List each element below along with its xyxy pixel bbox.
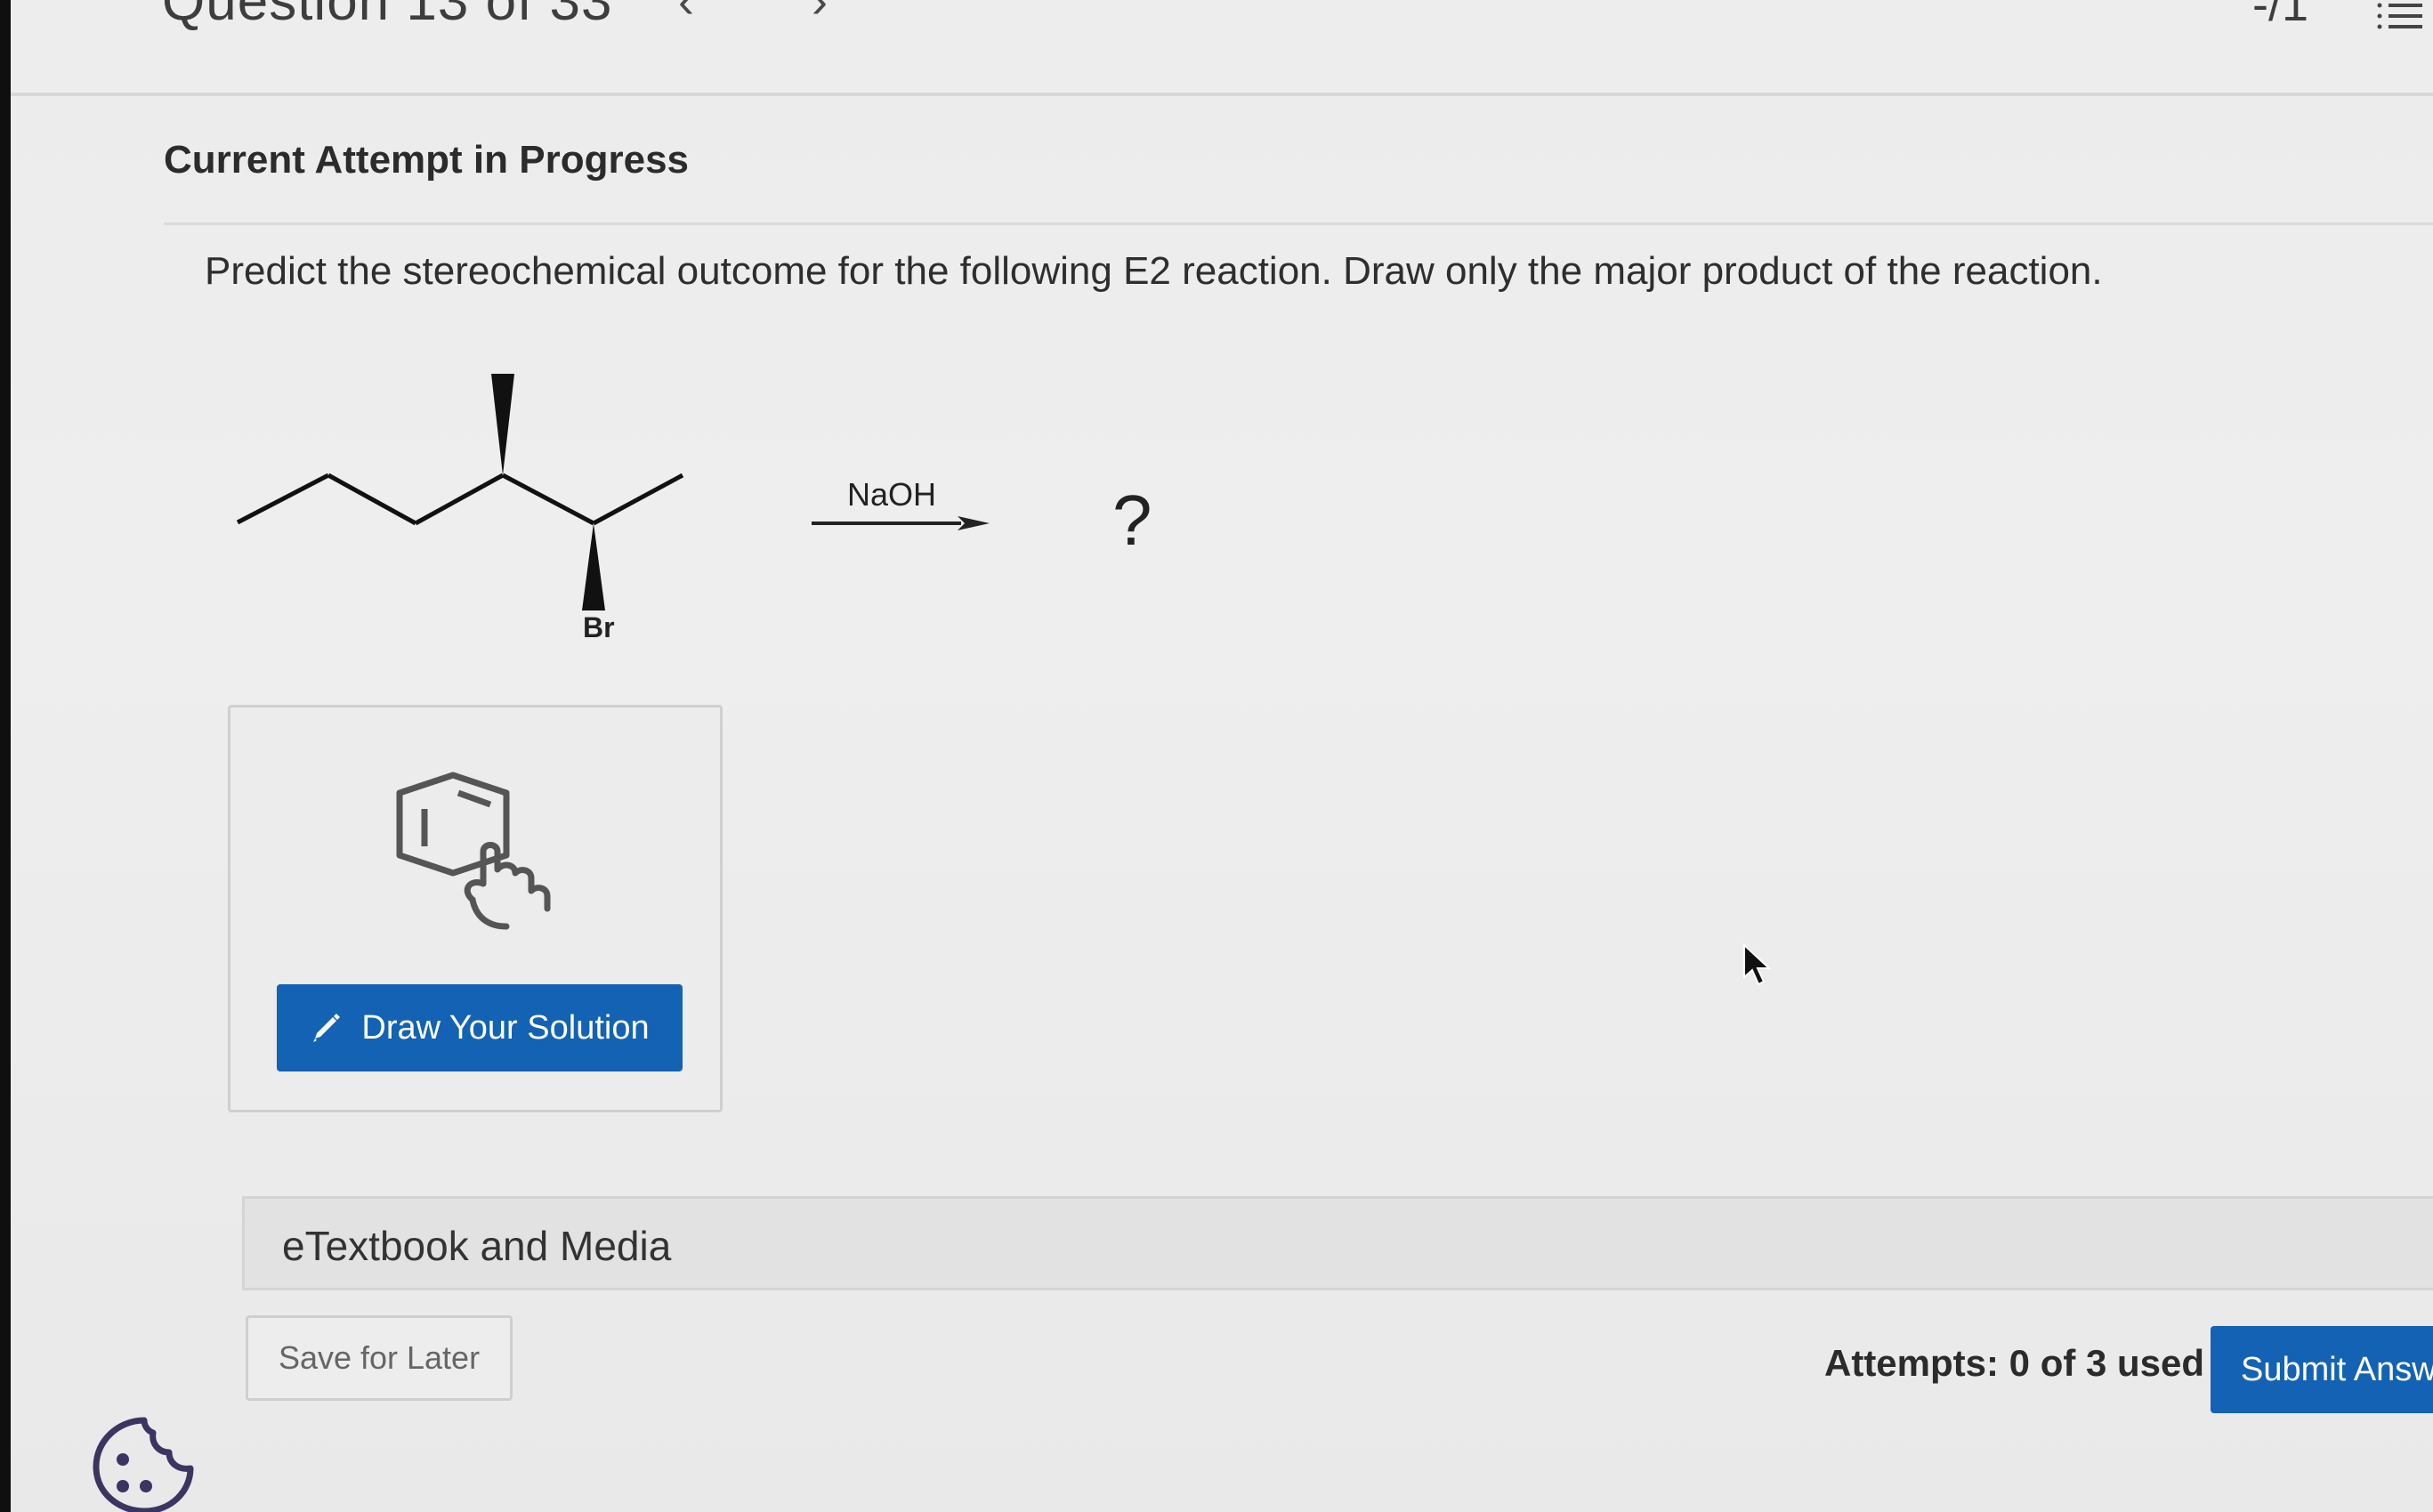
section-divider <box>164 222 2433 225</box>
question-counter: Question 13 of 33 <box>162 0 613 32</box>
reaction-arrow <box>812 516 990 530</box>
etextbook-media-label: eTextbook and Media <box>282 1223 672 1269</box>
attempts-counter: Attempts: 0 of 3 used <box>1824 1342 2205 1384</box>
draw-solution-label: Draw Your Solution <box>361 1008 650 1047</box>
reactant-structure: Br <box>236 374 684 643</box>
chevron-right-icon[interactable]: › <box>812 0 828 28</box>
pencil-icon <box>313 1014 341 1042</box>
mouse-cursor-icon <box>1743 943 1772 986</box>
submit-answer-button[interactable]: Submit Answer <box>2211 1326 2433 1413</box>
chevron-left-icon[interactable]: ‹ <box>678 0 694 28</box>
attempt-heading: Current Attempt in Progress <box>164 138 690 182</box>
top-bar: Question 13 of 33 ‹ › -/1 <box>11 0 2433 96</box>
reaction-scheme: Br NaOH ? <box>236 374 1152 643</box>
drawing-panel: Draw Your Solution <box>228 705 723 1112</box>
bromine-label: Br <box>583 611 615 643</box>
save-for-later-button[interactable]: Save for Later <box>246 1315 513 1401</box>
product-placeholder: ? <box>1112 481 1152 560</box>
draw-molecule-icon <box>396 772 551 930</box>
question-list-icon[interactable] <box>2376 0 2422 32</box>
reagent-label: NaOH <box>847 476 936 513</box>
draw-solution-button[interactable]: Draw Your Solution <box>277 984 683 1071</box>
wedge-bond <box>491 374 514 475</box>
question-text: Predict the stereochemical outcome for t… <box>205 249 2103 293</box>
screen: Question 13 of 33 ‹ › -/1 Current Attemp… <box>11 0 2433 1512</box>
cookie-icon[interactable] <box>89 1415 196 1512</box>
wedge-bond <box>582 523 605 610</box>
etextbook-media-panel[interactable]: eTextbook and Media <box>242 1196 2433 1290</box>
score-display: -/1 <box>2251 0 2308 31</box>
